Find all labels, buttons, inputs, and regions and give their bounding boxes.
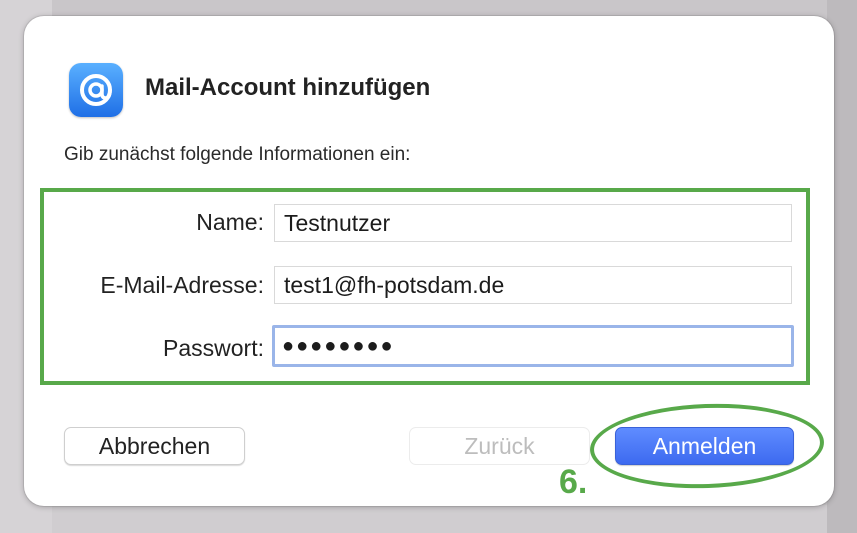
dialog-title: Mail-Account hinzufügen: [145, 74, 431, 101]
password-value: ●●●●●●●●: [282, 335, 395, 357]
at-sign-icon: [69, 63, 123, 117]
step-number-annotation: 6.: [559, 463, 588, 501]
login-highlight-annotation: [588, 399, 826, 493]
password-field[interactable]: ●●●●●●●●: [272, 325, 794, 367]
email-label: E-Mail-Adresse:: [100, 272, 264, 298]
name-field[interactable]: Testnutzer: [274, 204, 792, 242]
add-mail-account-dialog: Mail-Account hinzufügen Gib zunächst fol…: [24, 16, 834, 506]
name-label: Name:: [196, 209, 264, 235]
intro-text: Gib zunächst folgende Informationen ein:: [64, 144, 411, 165]
background-window-bottom: [52, 505, 827, 533]
back-button[interactable]: Zurück: [409, 427, 590, 465]
password-label: Passwort:: [163, 335, 264, 361]
email-field[interactable]: test1@fh-potsdam.de: [274, 266, 792, 304]
cancel-button[interactable]: Abbrechen: [64, 427, 245, 465]
